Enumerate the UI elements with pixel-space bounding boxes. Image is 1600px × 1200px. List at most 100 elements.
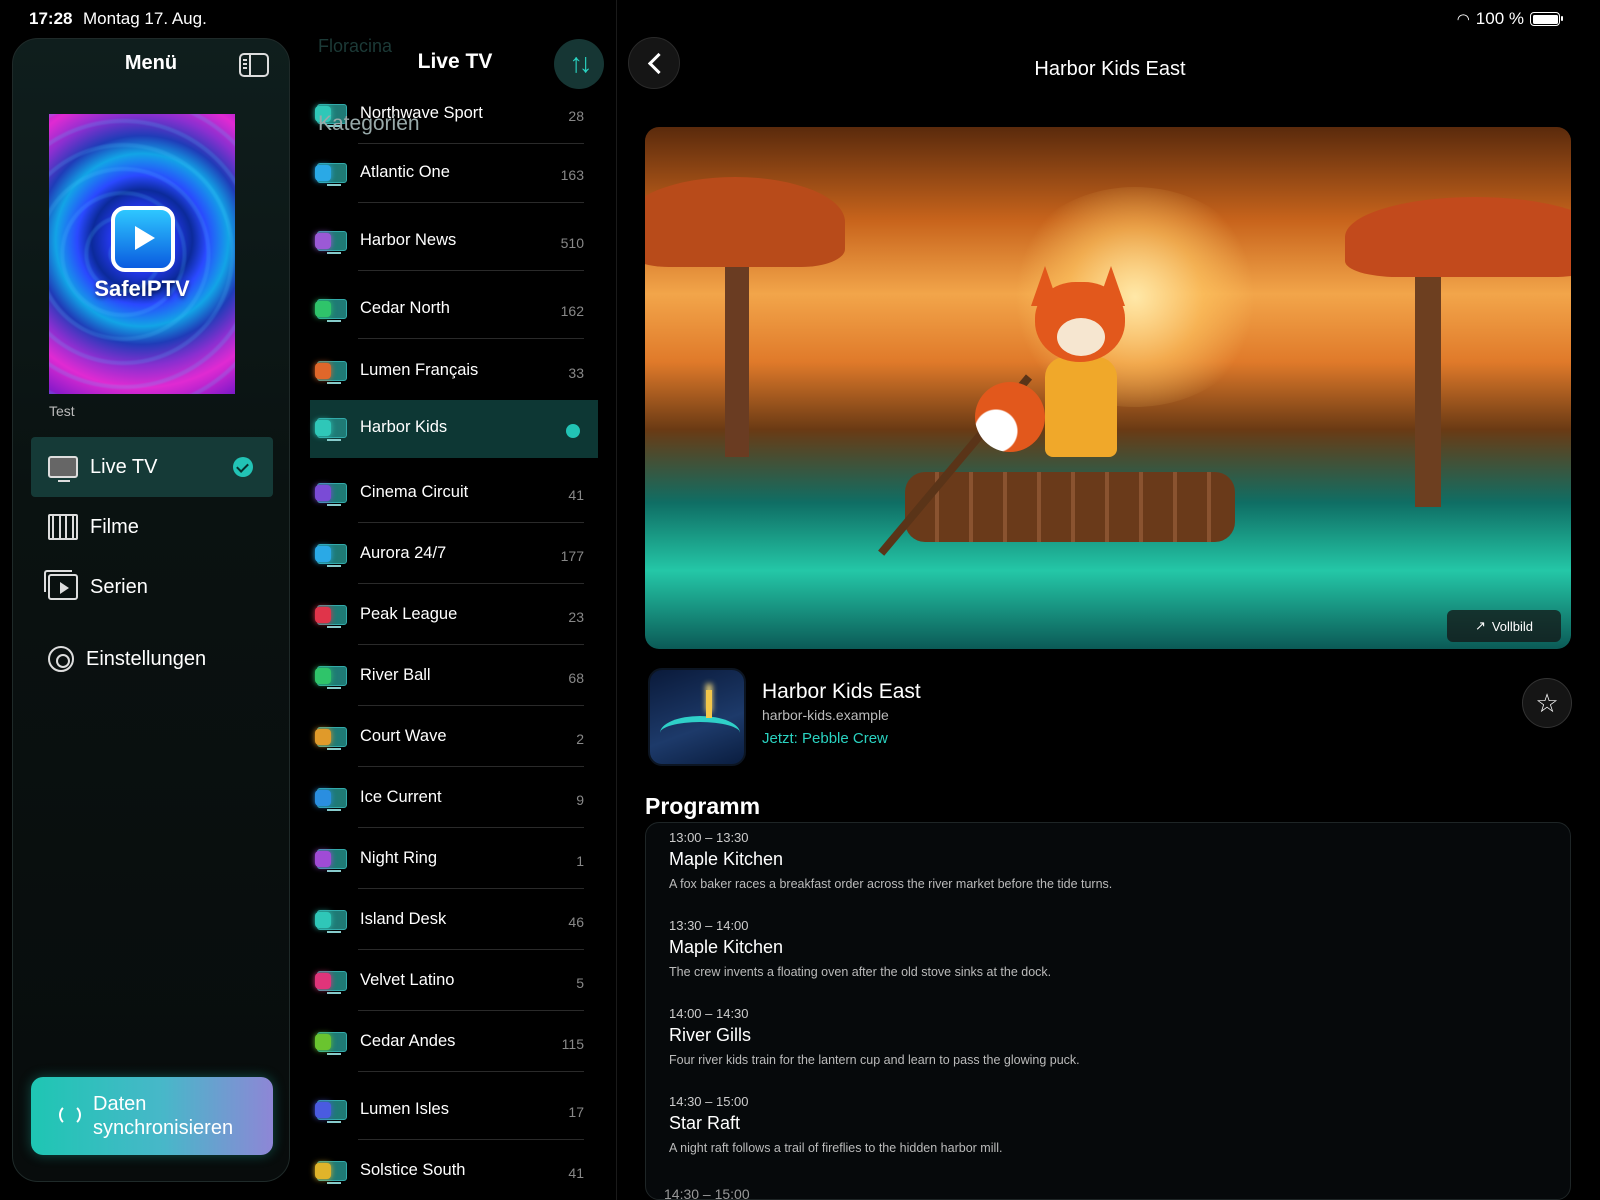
- favorite-star-button[interactable]: ☆: [1522, 678, 1572, 728]
- fox-body: [1045, 357, 1117, 457]
- selected-check-icon: [566, 424, 580, 438]
- channel-row[interactable]: Solstice South 41: [310, 1143, 598, 1200]
- program-description: A night raft follows a trail of fireflie…: [669, 1141, 1003, 1155]
- channel-row[interactable]: Ice Current 9: [310, 770, 598, 828]
- channel-count: 41: [568, 487, 584, 503]
- channel-row[interactable]: Harbor News 510: [310, 213, 598, 271]
- poster-app-name: SafeIPTV: [94, 276, 190, 301]
- channel-row[interactable]: Velvet Latino 5: [310, 953, 598, 1011]
- channel-preview-image[interactable]: [645, 127, 1571, 649]
- sidebar-item-label: Serien: [90, 575, 148, 598]
- channel-row[interactable]: Lumen Français 33: [310, 343, 598, 401]
- channel-row[interactable]: Cedar North 162: [310, 281, 598, 339]
- battery-icon: [1530, 12, 1563, 26]
- program-title: River Gills: [669, 1025, 752, 1045]
- channel-row[interactable]: Peak League 23: [310, 587, 598, 645]
- channel-name: Island Desk: [360, 910, 447, 928]
- sidebar-item-serien[interactable]: Serien: [31, 557, 273, 617]
- channel-row[interactable]: Cinema Circuit 41: [310, 465, 598, 523]
- channel-row[interactable]: Island Desk 46: [310, 892, 598, 950]
- now-playing: Jetzt: Pebble Crew: [762, 730, 888, 747]
- program-item[interactable]: 14:00 – 14:30 River Gills Four river kids …: [669, 1006, 1549, 1067]
- channel-name: Cedar Andes: [360, 1032, 456, 1050]
- back-button[interactable]: [628, 37, 680, 89]
- tv-stand: [327, 809, 341, 811]
- channel-count: 68: [568, 670, 584, 686]
- channel-name: Aurora 24/7: [360, 544, 447, 562]
- row-separator: [358, 1139, 584, 1140]
- channel-name: Solstice South: [360, 1161, 466, 1179]
- program-item[interactable]: 13:00 – 13:30 Maple Kitchen A fox baker ra…: [669, 830, 1549, 891]
- sidebar-toggle-icon[interactable]: [239, 53, 269, 77]
- program-description: Four river kids train for the lantern cu…: [669, 1053, 1080, 1067]
- channel-name: Night Ring: [360, 849, 438, 867]
- channel-count: 177: [560, 548, 584, 564]
- status-time: 17:28: [29, 9, 73, 28]
- channel-row[interactable]: Aurora 24/7 177: [310, 526, 598, 584]
- tv-icon: [48, 456, 78, 482]
- sync-icon: [59, 1104, 81, 1126]
- status-bar: 17:28 Montag 17. Aug. ◠ 100 %: [0, 0, 1600, 36]
- channel-tv-icon: [315, 418, 347, 442]
- star-icon: ☆: [1535, 687, 1559, 718]
- channel-row[interactable]: Court Wave 2: [310, 709, 598, 767]
- program-description: A fox baker races a breakfast order acro…: [669, 877, 1113, 891]
- play-tv-icon: [111, 206, 175, 272]
- channel-count: 46: [568, 914, 584, 930]
- channel-tv-icon: [315, 788, 347, 812]
- program-item[interactable]: 13:30 – 14:00 Maple Kitchen The crew inven…: [669, 918, 1549, 979]
- fullscreen-label: Vollbild: [1491, 618, 1534, 634]
- channel-name: Lumen Français: [360, 361, 479, 379]
- channel-tv-icon: [315, 1161, 347, 1185]
- channel-count: 9: [576, 792, 584, 808]
- channel-row[interactable]: Night Ring 1: [310, 831, 598, 889]
- ghost-program-time: 14:30 – 15:00: [664, 1186, 750, 1200]
- row-separator: [358, 202, 584, 203]
- sync-label-line2: synchronisieren: [93, 1117, 234, 1139]
- battery-percent: 100 %: [1475, 9, 1524, 28]
- sync-label: Daten synchronisieren: [93, 1092, 233, 1140]
- channel-name: Harbor News: [360, 231, 457, 249]
- channel-row[interactable]: Atlantic One 163: [310, 145, 598, 203]
- sidebar: Menü SafeIPTV Test Live TV Filme Serien …: [12, 38, 290, 1182]
- channel-badge: [315, 1102, 331, 1118]
- expand-arrow-icon: ↗: [1474, 618, 1486, 633]
- channel-badge: [315, 668, 331, 684]
- sidebar-item-filme[interactable]: Filme: [31, 497, 273, 557]
- detail-title: Harbor Kids East: [1034, 58, 1186, 80]
- channel-logo: [648, 668, 746, 766]
- channel-count: 5: [576, 975, 584, 991]
- sync-data-button[interactable]: Daten synchronisieren: [31, 1077, 273, 1155]
- channel-list: Northwave Sport 28 Atlantic One 163 Harbor N…: [300, 0, 610, 1200]
- channel-row[interactable]: Harbor Kids: [310, 400, 598, 458]
- channel-tv-icon: [315, 971, 347, 995]
- channel-row[interactable]: Cedar Andes 115: [310, 1014, 598, 1072]
- program-title: Maple Kitchen: [669, 937, 784, 957]
- program-item[interactable]: 14:30 – 15:00 Star Raft A night raft follo…: [669, 1094, 1549, 1155]
- channel-tv-icon: [315, 299, 347, 323]
- channel-name: Harbor Kids East: [762, 680, 921, 703]
- profile-name: Test: [49, 403, 75, 419]
- channel-row[interactable]: Lumen Isles 17: [310, 1082, 598, 1140]
- channel-badge: [315, 851, 331, 867]
- channel-tv-icon: [315, 1032, 347, 1056]
- sidebar-item-einstellungen[interactable]: Einstellungen: [31, 629, 273, 689]
- wifi-icon: ◠: [1456, 11, 1470, 28]
- row-separator: [358, 827, 584, 828]
- app-poster[interactable]: SafeIPTV: [49, 114, 235, 394]
- channel-name: Peak League: [360, 605, 458, 623]
- channel-name: Court Wave: [360, 727, 447, 745]
- program-description: The crew invents a floating oven after t…: [669, 965, 1052, 979]
- channel-badge: [315, 607, 331, 623]
- channel-row[interactable]: River Ball 68: [310, 648, 598, 706]
- tv-stand: [327, 320, 341, 322]
- tv-stand: [327, 748, 341, 750]
- fox-face: [1057, 318, 1105, 356]
- fullscreen-button[interactable]: ↗ Vollbild: [1447, 610, 1561, 642]
- program-title: Maple Kitchen: [669, 849, 784, 869]
- channel-tv-icon: [315, 1100, 347, 1124]
- programm-heading: Programm: [645, 793, 761, 819]
- sidebar-item-live-tv[interactable]: Live TV: [31, 437, 273, 497]
- channel-tv-icon: [315, 483, 347, 507]
- program-guide[interactable]: 13:00 – 13:30 Maple Kitchen A fox baker ra…: [645, 822, 1571, 1200]
